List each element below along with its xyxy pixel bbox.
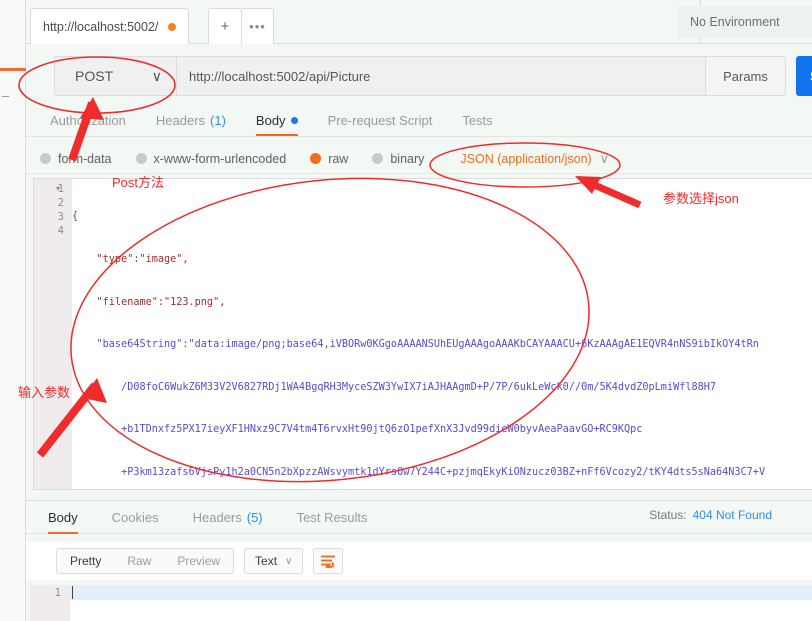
radio-form-data-label: form-data bbox=[58, 151, 112, 166]
view-mode-pretty[interactable]: Pretty bbox=[57, 549, 114, 573]
tab-strip: http://localhost:5002/ + ••• No Environm… bbox=[26, 0, 812, 44]
radio-urlencoded[interactable]: x-www-form-urlencoded bbox=[135, 151, 287, 166]
radio-form-data-icon bbox=[40, 153, 51, 164]
radio-urlencoded-icon bbox=[135, 153, 147, 164]
response-tab-body[interactable]: Body bbox=[48, 501, 78, 534]
editor-code[interactable]: { "type":"image", "filename":"123.png", … bbox=[72, 179, 812, 489]
annotation-label-body: 输入参数 bbox=[18, 385, 71, 400]
gutter-line-3: 3 bbox=[57, 211, 64, 223]
text-caret bbox=[72, 586, 73, 599]
content-type-label: JSON (application/json) bbox=[460, 151, 592, 166]
response-tab-headers-count: (5) bbox=[246, 510, 263, 525]
response-tab-body-label: Body bbox=[48, 510, 78, 525]
chevron-down-icon: ∨ bbox=[151, 67, 162, 84]
wrap-lines-icon bbox=[321, 555, 336, 568]
gutter-line-4: 4 bbox=[57, 225, 64, 237]
view-mode-group: Pretty Raw Preview bbox=[56, 548, 235, 574]
tab-options-button[interactable]: ••• bbox=[242, 8, 274, 44]
method-label: POST bbox=[75, 68, 114, 84]
radio-raw-icon bbox=[310, 153, 322, 164]
annotation-label-post: Post方法 bbox=[112, 175, 165, 190]
response-tab-cookies-label: Cookies bbox=[111, 510, 159, 525]
tab-authorization[interactable]: Authorization bbox=[50, 104, 126, 136]
code-line: "filename":"123.png", bbox=[72, 296, 226, 308]
response-tab-test-results-label: Test Results bbox=[296, 510, 368, 525]
tab-tests[interactable]: Tests bbox=[462, 104, 492, 136]
body-type-row: form-data x-www-form-urlencoded raw bina… bbox=[26, 144, 812, 174]
view-mode-raw[interactable]: Raw bbox=[114, 549, 164, 573]
tab-pre-request-script-label: Pre-request Script bbox=[327, 112, 433, 128]
code-line: +P3km13zafs6VjsPy1h2a0CN5n2bXpzzAWsvymtk… bbox=[72, 466, 766, 478]
code-line: /D08foC6WukZ6M33V2V6827RDj1WA4BgqRH3Myce… bbox=[72, 381, 717, 393]
tab-tests-label: Tests bbox=[462, 112, 493, 128]
status-badge: Status: 404 Not Found bbox=[649, 508, 772, 522]
gutter-line-2: 2 bbox=[57, 197, 64, 209]
radio-binary[interactable]: binary bbox=[372, 152, 424, 166]
url-input[interactable]: http://localhost:5002/api/Picture bbox=[176, 56, 706, 96]
tab-headers-count: (1) bbox=[210, 112, 226, 128]
code-line: "base64String":"data:image/png;base64,iV… bbox=[72, 339, 759, 351]
response-tab-test-results[interactable]: Test Results bbox=[297, 501, 368, 534]
view-mode-preview[interactable]: Preview bbox=[164, 549, 233, 573]
response-tab-headers[interactable]: Headers (5) bbox=[193, 501, 263, 534]
sidebar-collapse-handle[interactable] bbox=[2, 96, 9, 97]
radio-binary-icon bbox=[372, 153, 384, 164]
tab-body-label: Body bbox=[255, 112, 286, 128]
chevron-down-icon: ∨ bbox=[599, 152, 609, 166]
radio-raw[interactable]: raw bbox=[310, 152, 348, 166]
status-label: Status: bbox=[649, 508, 687, 522]
url-bar: POST ∨ http://localhost:5002/api/Picture… bbox=[26, 56, 812, 96]
format-selector-label: Text bbox=[255, 554, 278, 568]
radio-binary-label: binary bbox=[390, 151, 425, 166]
left-sidebar bbox=[0, 0, 26, 621]
tab-pre-request-script[interactable]: Pre-request Script bbox=[328, 104, 433, 136]
request-tab[interactable]: http://localhost:5002/ bbox=[30, 8, 190, 44]
fold-toggle-icon[interactable]: ▾ bbox=[56, 184, 60, 193]
request-body-editor[interactable]: 1 2 3 4 ▾ { "type":"image", "filename":"… bbox=[33, 178, 812, 490]
code-line: "type":"image", bbox=[72, 254, 189, 265]
radio-urlencoded-label: x-www-form-urlencoded bbox=[153, 151, 287, 166]
method-selector[interactable]: POST ∨ bbox=[54, 56, 176, 96]
annotation-label-json: 参数选择json bbox=[663, 191, 739, 206]
params-button[interactable]: Params bbox=[706, 56, 786, 96]
send-button[interactable]: Sen bbox=[796, 56, 812, 96]
response-body-viewer[interactable]: 1 bbox=[30, 585, 812, 621]
format-selector[interactable]: Text ∨ bbox=[244, 548, 304, 574]
tab-headers-label: Headers bbox=[155, 112, 206, 128]
response-gutter-line-1: 1 bbox=[54, 587, 61, 599]
response-current-line bbox=[70, 585, 812, 600]
unsaved-dot-icon bbox=[168, 22, 177, 31]
tab-headers[interactable]: Headers (1) bbox=[156, 104, 226, 136]
code-line: { bbox=[72, 211, 79, 223]
radio-raw-label: raw bbox=[328, 151, 349, 166]
sidebar-accent-bar bbox=[0, 68, 26, 71]
request-tabs: Authorization Headers (1) Body Pre-reque… bbox=[26, 104, 812, 137]
response-view-bar: Pretty Raw Preview Text ∨ bbox=[26, 542, 812, 580]
postman-window: http://localhost:5002/ + ••• No Environm… bbox=[0, 0, 812, 621]
response-tab-headers-label: Headers bbox=[192, 510, 242, 525]
editor-gutter: 1 2 3 4 bbox=[34, 179, 72, 489]
tab-body[interactable]: Body bbox=[255, 104, 298, 136]
body-active-dot-icon bbox=[290, 116, 298, 124]
status-value[interactable]: 404 Not Found bbox=[693, 508, 772, 522]
radio-form-data[interactable]: form-data bbox=[40, 152, 112, 166]
tab-authorization-label: Authorization bbox=[50, 112, 126, 128]
content-type-selector[interactable]: JSON (application/json) ∨ bbox=[460, 151, 609, 167]
environment-selector[interactable]: No Environment bbox=[678, 6, 812, 38]
code-line: +b1TDnxfz5PX17ieyXF1HNxz9C7V4tm4T6rvxHt9… bbox=[72, 424, 643, 436]
new-tab-button[interactable]: + bbox=[208, 8, 242, 44]
wrap-lines-button[interactable] bbox=[313, 548, 344, 574]
request-tab-label: http://localhost:5002/ bbox=[43, 19, 159, 34]
chevron-down-icon: ∨ bbox=[285, 555, 293, 567]
response-tab-cookies[interactable]: Cookies bbox=[112, 501, 159, 534]
response-gutter: 1 bbox=[30, 585, 70, 621]
